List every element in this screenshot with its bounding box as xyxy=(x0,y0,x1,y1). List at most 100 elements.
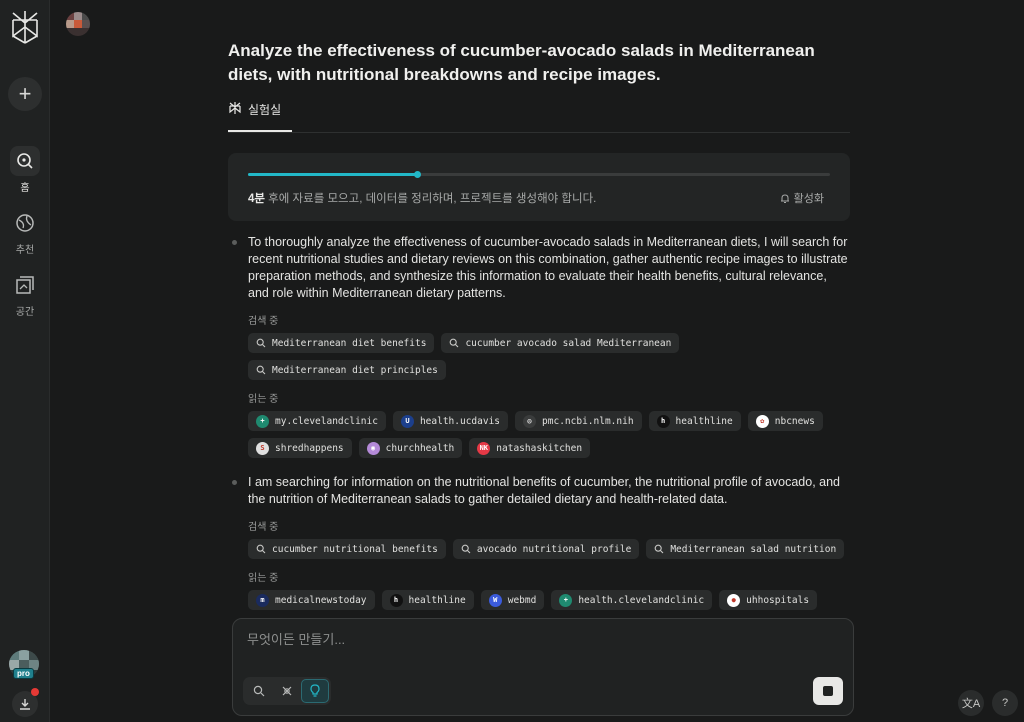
help-icon: ? xyxy=(1001,697,1009,709)
favicon-icon: ◎ xyxy=(523,414,537,428)
sidebar-item-label: 공간 xyxy=(15,307,35,318)
prompt-input[interactable]: 무엇이든 만들기... xyxy=(247,629,345,648)
favicon-icon: + xyxy=(256,414,269,428)
tab-lab[interactable]: 실험실 xyxy=(228,101,281,133)
source-chip[interactable]: Uhealth.ucdavis xyxy=(392,411,509,431)
prompt-input-box[interactable]: 무엇이든 만들기... xyxy=(232,618,854,716)
progress-card: 4분 후에 자료를 모으고, 데이터를 정리하며, 프로젝트를 생성해야 합니다… xyxy=(228,153,850,221)
sidebar-item-label: 홈 xyxy=(20,183,30,194)
notification-dot xyxy=(31,688,39,696)
favicon-icon: ◉ xyxy=(366,441,380,455)
reading-label: 읽는 중 xyxy=(248,394,279,405)
source-name: medicalnewstoday xyxy=(275,594,367,606)
sidebar-item-home[interactable]: 홈 xyxy=(0,146,50,194)
notify-toggle[interactable]: 활성화 xyxy=(780,190,824,206)
search-query-text: Mediterranean diet benefits xyxy=(272,337,427,349)
collaborator-avatar[interactable] xyxy=(66,12,90,36)
favicon-icon: h xyxy=(656,414,670,428)
source-chip[interactable]: ◎ pmc.ncbi.nlm.nih xyxy=(515,411,642,431)
search-query-chip[interactable]: cucumber avocado salad Mediterranean xyxy=(441,333,680,353)
search-icon xyxy=(253,685,265,697)
searching-label: 검색 중 xyxy=(248,316,279,327)
favicon-icon: ✿ xyxy=(755,414,769,428)
search-query-chip[interactable]: avocado nutritional profile xyxy=(452,539,640,559)
source-chip[interactable]: Sshredhappens xyxy=(248,438,352,458)
sidebar: + 홈 추천 공간 pro xyxy=(0,0,50,722)
source-name: natashaskitchen xyxy=(496,442,583,454)
search-query-text: Mediterranean salad nutrition xyxy=(670,543,837,555)
search-query-chip[interactable]: cucumber nutritional benefits xyxy=(248,539,446,559)
research-mode-button[interactable] xyxy=(273,679,301,703)
search-icon xyxy=(461,544,471,554)
labs-mode-button[interactable] xyxy=(301,679,329,703)
stop-button[interactable] xyxy=(813,677,843,705)
source-chip[interactable]: ◉ churchhealth xyxy=(358,438,463,458)
lightbulb-icon xyxy=(310,684,320,697)
mode-selector xyxy=(243,677,331,705)
status-message: 후에 자료를 모으고, 데이터를 정리하며, 프로젝트를 생성해야 합니다. xyxy=(264,193,597,205)
favicon-icon: ● xyxy=(727,593,741,607)
source-list: + my.clevelandclinic Uhealth.ucdavis ◎ pmc.n… xyxy=(248,411,850,458)
page-title: Analyze the effectiveness of cucumber-av… xyxy=(228,41,815,84)
search-icon xyxy=(450,338,459,348)
sidebar-item-label: 추천 xyxy=(15,245,35,256)
lab-icon xyxy=(229,102,241,114)
translate-button[interactable]: 文A xyxy=(958,690,984,716)
new-thread-button[interactable]: + xyxy=(8,77,42,111)
source-list: m medicalnewstoday h healthline Wwebmd + healt… xyxy=(248,590,850,610)
searching-label: 검색 중 xyxy=(248,522,279,533)
source-name: uhhospitals xyxy=(746,594,810,606)
search-query-chip[interactable]: Mediterranean diet principles xyxy=(248,360,446,380)
progress-knob xyxy=(413,171,421,178)
source-name: healthline xyxy=(408,594,466,606)
progress-fill xyxy=(248,173,417,176)
source-chip[interactable]: Wwebmd xyxy=(480,590,545,610)
search-icon xyxy=(256,365,266,375)
search-query-text: avocado nutritional profile xyxy=(476,543,632,555)
notify-label: 활성화 xyxy=(793,193,824,205)
source-name: churchhealth xyxy=(385,442,455,454)
source-chip[interactable]: ● uhhospitals xyxy=(719,590,818,610)
perplexity-logo-icon[interactable] xyxy=(10,10,40,44)
source-chip[interactable]: NK natashaskitchen xyxy=(469,438,591,458)
download-icon xyxy=(20,699,30,710)
help-button[interactable]: ? xyxy=(992,690,1018,716)
source-chip[interactable]: + health.clevelandclinic xyxy=(551,590,713,610)
favicon-icon: S xyxy=(256,441,269,455)
step-text: I am searching for information on the nu… xyxy=(248,475,841,506)
time-remaining: 4분 xyxy=(248,193,265,205)
source-name: webmd xyxy=(507,594,537,606)
source-chip[interactable]: ✿ nbcnews xyxy=(747,411,823,431)
source-chip[interactable]: + my.clevelandclinic xyxy=(248,411,386,431)
pro-badge: pro xyxy=(13,668,34,679)
search-home-icon xyxy=(10,146,40,176)
research-step-1: To thoroughly analyze the effectiveness … xyxy=(228,234,850,458)
sidebar-item-discover[interactable]: 추천 xyxy=(0,208,50,256)
reading-label: 읽는 중 xyxy=(248,573,279,584)
favicon-icon: m xyxy=(256,593,269,607)
bell-icon xyxy=(780,193,789,203)
plus-icon: + xyxy=(18,81,32,106)
source-name: health.clevelandclinic xyxy=(578,594,705,606)
search-icon xyxy=(256,338,266,348)
source-chip[interactable]: h healthline xyxy=(381,590,474,610)
search-query-chip[interactable]: Mediterranean salad nutrition xyxy=(646,539,845,559)
step-text: To thoroughly analyze the effectiveness … xyxy=(248,235,848,300)
favicon-icon: W xyxy=(488,593,502,607)
sidebar-item-spaces[interactable]: 공간 xyxy=(0,270,50,318)
search-mode-button[interactable] xyxy=(245,679,273,703)
source-chip[interactable]: h healthline xyxy=(648,411,741,431)
favicon-icon: + xyxy=(559,593,573,607)
search-query-chip[interactable]: Mediterranean diet benefits xyxy=(248,333,435,353)
source-chip[interactable]: m medicalnewstoday xyxy=(248,590,375,610)
atom-icon xyxy=(282,686,292,696)
search-query-text: cucumber nutritional benefits xyxy=(272,543,438,555)
source-name: nbcnews xyxy=(774,415,815,427)
search-icon xyxy=(654,544,664,554)
search-query-text: cucumber avocado salad Mediterranean xyxy=(465,337,672,349)
progress-status-text: 4분 후에 자료를 모으고, 데이터를 정리하며, 프로젝트를 생성해야 합니다… xyxy=(248,190,596,206)
tab-label: 실험실 xyxy=(248,103,282,117)
source-name: shredhappens xyxy=(275,442,344,454)
step-bullet xyxy=(232,480,237,485)
source-name: health.ucdavis xyxy=(419,415,501,427)
